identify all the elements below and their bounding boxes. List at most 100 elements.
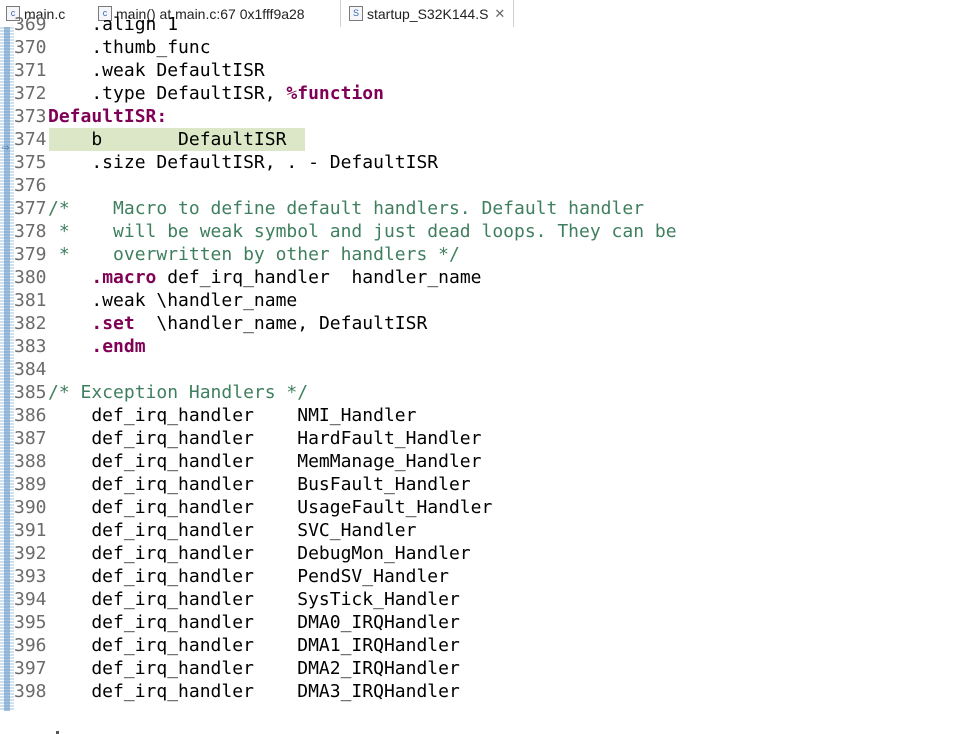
code-token: def_irq_handler PendSV_Handler (48, 566, 449, 587)
code-line[interactable]: 394 def_irq_handler SysTick_Handler (14, 588, 677, 611)
code-token: .set (91, 313, 135, 334)
line-number: 386 (14, 405, 47, 426)
code-line[interactable]: 388 def_irq_handler MemManage_Handler (14, 450, 677, 473)
code-lines: 369 .align 1 370 .thumb_func 371 .weak Def… (14, 13, 677, 703)
code-token: .align 1 (48, 14, 179, 35)
line-number: 381 (14, 290, 47, 311)
code-line[interactable]: 389 def_irq_handler BusFault_Handler (14, 473, 677, 496)
code-token: .weak DefaultISR (48, 60, 265, 81)
line-number: 375 (14, 152, 47, 173)
code-line[interactable]: 373DefaultISR: (14, 105, 677, 128)
code-token: /* Exception Handlers */ (48, 382, 309, 403)
code-text: .weak \handler_name (48, 290, 297, 311)
line-number: 396 (14, 635, 47, 656)
code-token: def_irq_handler UsageFault_Handler (48, 497, 493, 518)
code-token: def_irq_handler DMA2_IRQHandler (48, 658, 460, 679)
code-text: DefaultISR: (48, 106, 167, 127)
code-editor[interactable]: ⇨ 369 .align 1 370 .thumb_func 371 .weak D… (0, 14, 980, 734)
code-line[interactable]: 370 .thumb_func (14, 36, 677, 59)
line-number: 377 (14, 198, 47, 219)
line-number: 389 (14, 474, 47, 495)
line-number: 388 (14, 451, 47, 472)
line-number: 384 (14, 359, 47, 380)
code-token: %function (286, 83, 384, 104)
code-text: .size DefaultISR, . - DefaultISR (48, 152, 438, 173)
line-number: 378 (14, 221, 47, 242)
code-text: .thumb_func (48, 37, 211, 58)
code-text: def_irq_handler DMA3_IRQHandler (48, 681, 460, 702)
code-text: .weak DefaultISR (48, 60, 265, 81)
code-token: b DefaultISR (48, 129, 287, 150)
code-line[interactable]: 398 def_irq_handler DMA3_IRQHandler (14, 680, 677, 703)
line-number: 394 (14, 589, 47, 610)
code-token: def_irq_handler HardFault_Handler (48, 428, 482, 449)
code-line[interactable]: 383 .endm (14, 335, 677, 358)
line-number: 383 (14, 336, 47, 357)
code-line[interactable]: 375 .size DefaultISR, . - DefaultISR (14, 151, 677, 174)
code-line[interactable]: 374 b DefaultISR (14, 128, 677, 151)
code-text: .align 1 (48, 14, 178, 35)
overview-ruler (0, 27, 14, 711)
code-line[interactable]: 380 .macro def_irq_handler handler_name (14, 266, 677, 289)
code-text: /* Macro to define default handlers. Def… (48, 198, 644, 219)
code-line[interactable]: 379 * overwritten by other handlers */ (14, 243, 677, 266)
line-number: 398 (14, 681, 47, 702)
code-text: def_irq_handler SVC_Handler (48, 520, 416, 541)
code-text: def_irq_handler HardFault_Handler (48, 428, 481, 449)
line-number: 382 (14, 313, 47, 334)
code-text: .macro def_irq_handler handler_name (48, 267, 482, 288)
code-token: * will be weak symbol and just dead loop… (48, 221, 677, 242)
code-line[interactable]: 385/* Exception Handlers */ (14, 381, 677, 404)
code-text: def_irq_handler UsageFault_Handler (48, 497, 492, 518)
code-text: def_irq_handler DebugMon_Handler (48, 543, 470, 564)
code-line[interactable]: 377/* Macro to define default handlers. … (14, 197, 677, 220)
code-text: def_irq_handler DMA2_IRQHandler (48, 658, 460, 679)
line-number: 397 (14, 658, 47, 679)
code-token: def_irq_handler NMI_Handler (48, 405, 417, 426)
code-token: * overwritten by other handlers */ (48, 244, 460, 265)
code-token: .macro (91, 267, 157, 288)
code-token: /* Macro to define default handlers. Def… (48, 198, 645, 219)
code-line[interactable]: 384 (14, 358, 677, 381)
code-line[interactable]: 372 .type DefaultISR, %function (14, 82, 677, 105)
line-number: 373 (14, 106, 47, 127)
code-text: * will be weak symbol and just dead loop… (48, 221, 677, 242)
code-line[interactable]: 396 def_irq_handler DMA1_IRQHandler (14, 634, 677, 657)
code-token: .size DefaultISR, . - DefaultISR (48, 152, 439, 173)
code-line[interactable]: 397 def_irq_handler DMA2_IRQHandler (14, 657, 677, 680)
code-token: .thumb_func (48, 37, 211, 58)
code-line[interactable]: 381 .weak \handler_name (14, 289, 677, 312)
line-number: 371 (14, 60, 47, 81)
line-number: 393 (14, 566, 47, 587)
code-token: def_irq_handler SysTick_Handler (48, 589, 460, 610)
code-line[interactable]: 391 def_irq_handler SVC_Handler (14, 519, 677, 542)
code-text: def_irq_handler NMI_Handler (48, 405, 416, 426)
code-line[interactable]: 386 def_irq_handler NMI_Handler (14, 404, 677, 427)
code-line[interactable]: 382 .set \handler_name, DefaultISR (14, 312, 677, 335)
code-token: def_irq_handler SVC_Handler (48, 520, 417, 541)
code-line[interactable]: 369 .align 1 (14, 13, 677, 36)
code-line[interactable]: 390 def_irq_handler UsageFault_Handler (14, 496, 677, 519)
code-line[interactable]: 378 * will be weak symbol and just dead … (14, 220, 677, 243)
code-line[interactable]: 395 def_irq_handler DMA0_IRQHandler (14, 611, 677, 634)
code-line[interactable]: 371 .weak DefaultISR (14, 59, 677, 82)
code-token: DefaultISR: (48, 106, 168, 127)
code-text: def_irq_handler SysTick_Handler (48, 589, 460, 610)
code-text: b DefaultISR (48, 129, 286, 150)
line-number: 374 (14, 129, 47, 150)
line-number: 387 (14, 428, 47, 449)
line-number: 380 (14, 267, 47, 288)
line-number: 395 (14, 612, 47, 633)
code-token: .type DefaultISR, (48, 83, 287, 104)
line-number: 392 (14, 543, 47, 564)
code-line[interactable]: 392 def_irq_handler DebugMon_Handler (14, 542, 677, 565)
code-line[interactable]: 387 def_irq_handler HardFault_Handler (14, 427, 677, 450)
code-token: def_irq_handler DMA3_IRQHandler (48, 681, 460, 702)
code-text: def_irq_handler BusFault_Handler (48, 474, 470, 495)
code-line[interactable]: 393 def_irq_handler PendSV_Handler (14, 565, 677, 588)
line-number: 369 (14, 14, 47, 35)
code-line[interactable]: 376 (14, 174, 677, 197)
code-token: def_irq_handler DMA1_IRQHandler (48, 635, 460, 656)
code-token: def_irq_handler handler_name (156, 267, 482, 288)
